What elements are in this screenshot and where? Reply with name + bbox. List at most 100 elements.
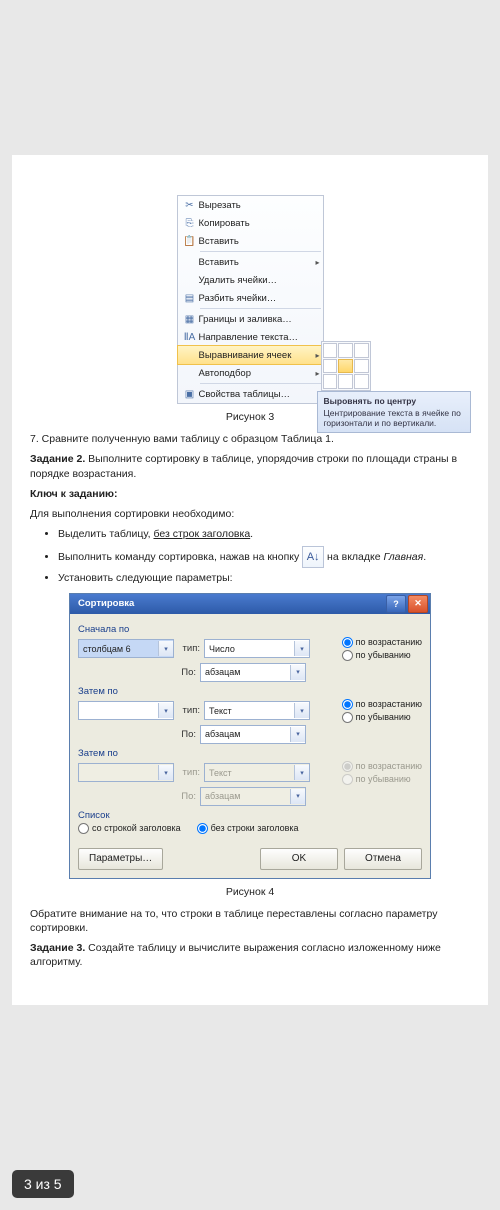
copy-icon: ⎘	[181, 218, 199, 229]
separator	[200, 383, 321, 384]
note: Обратите внимание на то, что строки в та…	[30, 907, 470, 935]
ok-button[interactable]: OK	[260, 848, 338, 870]
asc-3-radio: по возрастанию	[342, 761, 422, 772]
ctx-label: Вставить	[199, 236, 323, 247]
text-direction-icon: ⅡA	[181, 332, 199, 343]
with-header-radio[interactable]: со строкой заголовка	[78, 823, 181, 834]
align-mr[interactable]	[354, 359, 369, 374]
chevron-down-icon: ▾	[290, 665, 305, 680]
separator	[200, 251, 321, 252]
ctx-label: Разбить ячейки…	[199, 293, 323, 304]
type-1-combo[interactable]: Число▾	[204, 639, 310, 658]
list-label: Список	[78, 810, 422, 821]
asc-1-radio[interactable]: по возрастанию	[342, 637, 422, 648]
sort-icon: А↓	[302, 546, 324, 568]
chevron-down-icon: ▾	[158, 641, 173, 656]
task-3-label: Задание 3.	[30, 942, 85, 954]
ctx-paste[interactable]: 📋 Вставить	[178, 232, 323, 250]
by-label: По:	[174, 791, 196, 802]
alignment-grid	[321, 341, 371, 391]
ctx-borders[interactable]: ▦ Границы и заливка…	[178, 310, 323, 328]
asc-2-radio[interactable]: по возрастанию	[342, 699, 422, 710]
desc-2-radio[interactable]: по убыванию	[342, 712, 422, 723]
ctx-split-cells[interactable]: ▤ Разбить ячейки…	[178, 289, 323, 307]
b2i: Главная	[383, 551, 423, 563]
chevron-right-icon: ▸	[313, 258, 323, 267]
help-button[interactable]: ?	[386, 595, 406, 613]
radio-label: со строкой заголовка	[92, 823, 181, 833]
combo-value: абзацам	[205, 729, 290, 739]
type-2-combo[interactable]: Текст▾	[204, 701, 310, 720]
align-tl[interactable]	[323, 343, 338, 358]
cut-icon: ✂	[181, 200, 199, 211]
chevron-down-icon: ▾	[290, 727, 305, 742]
combo-value: Текст	[209, 706, 294, 716]
ctx-delete-cells[interactable]: Удалить ячейки…	[178, 271, 323, 289]
combo-value: Текст	[209, 768, 294, 778]
sortby-2-combo[interactable]: ▾	[78, 701, 174, 720]
by-2-combo[interactable]: абзацам▾	[200, 725, 306, 744]
no-header-radio[interactable]: без строки заголовка	[197, 823, 299, 834]
radio-label: по возрастанию	[356, 699, 422, 709]
bullet-2: Выполнить команду сортировка, нажав на к…	[58, 546, 470, 568]
close-button[interactable]: ✕	[408, 595, 428, 613]
align-ml[interactable]	[323, 359, 338, 374]
ctx-label: Свойства таблицы…	[199, 389, 323, 400]
align-bc[interactable]	[338, 374, 353, 389]
combo-value: абзацам	[205, 791, 290, 801]
bullet-1: Выделить таблицу, без строк заголовка.	[58, 527, 470, 543]
paste-icon: 📋	[181, 236, 199, 247]
bullet-3: Установить следующие параметры:	[58, 571, 470, 587]
by-label: По:	[174, 729, 196, 740]
ctx-table-properties[interactable]: ▣ Свойства таблицы…	[178, 385, 323, 403]
dialog-footer: Параметры… OK Отмена	[70, 844, 430, 878]
tooltip: Выровнять по центру Центрирование текста…	[317, 391, 471, 433]
chevron-down-icon: ▾	[158, 703, 173, 718]
ctx-text-direction[interactable]: ⅡA Направление текста…	[178, 328, 323, 346]
b2a: Выполнить команду сортировка, нажав на к…	[58, 551, 302, 563]
task-3-text: Создайте таблицу и вычислите выражения с…	[30, 942, 441, 968]
tooltip-body: Центрирование текста в ячейке по горизон…	[324, 408, 464, 428]
page-indicator: 3 из 5	[12, 1170, 74, 1198]
type-label: тип:	[178, 767, 200, 778]
ctx-label: Границы и заливка…	[199, 314, 323, 325]
ctx-insert[interactable]: Вставить ▸	[178, 253, 323, 271]
task-2-text: Выполните сортировку в таблице, упорядоч…	[30, 453, 457, 479]
align-mc[interactable]	[338, 359, 353, 374]
ctx-label: Автоподбор	[199, 368, 313, 379]
ctx-cut[interactable]: ✂ Вырезать	[178, 196, 323, 214]
task-3: Задание 3. Создайте таблицу и вычислите …	[30, 941, 470, 969]
desc-1-radio[interactable]: по убыванию	[342, 650, 422, 661]
bullet-list: Выделить таблицу, без строк заголовка. В…	[58, 527, 470, 587]
cancel-button[interactable]: Отмена	[344, 848, 422, 870]
ctx-autofit[interactable]: Автоподбор ▸	[178, 364, 323, 382]
ctx-copy[interactable]: ⎘ Копировать	[178, 214, 323, 232]
by-1-combo[interactable]: абзацам▾	[200, 663, 306, 682]
chevron-down-icon: ▾	[158, 765, 173, 780]
chevron-down-icon: ▾	[294, 765, 309, 780]
by-3-combo: абзацам▾	[200, 787, 306, 806]
align-bl[interactable]	[323, 374, 338, 389]
radio-label: по убыванию	[356, 650, 411, 660]
figure-4: Сортировка ? ✕ Сначала по столбцам 6▾ ти…	[30, 593, 470, 879]
ctx-label: Удалить ячейки…	[199, 275, 323, 286]
align-tc[interactable]	[338, 343, 353, 358]
b1b: .	[250, 528, 253, 540]
ctx-label: Выравнивание ячеек	[199, 350, 313, 361]
ctx-cell-alignment[interactable]: Выравнивание ячеек ▸	[177, 345, 324, 365]
task-2-label: Задание 2.	[30, 453, 85, 465]
radio-label: без строки заголовка	[211, 823, 299, 833]
figure-4-caption: Рисунок 4	[30, 885, 470, 899]
document-page: ✂ Вырезать ⎘ Копировать 📋 Вставить Встав…	[12, 155, 488, 1005]
align-br[interactable]	[354, 374, 369, 389]
by-label: По:	[174, 667, 196, 678]
type-3-combo: Текст▾	[204, 763, 310, 782]
sortby-1-combo[interactable]: столбцам 6▾	[78, 639, 174, 658]
b2c: на вкладке	[324, 551, 383, 563]
params-button[interactable]: Параметры…	[78, 848, 163, 870]
separator	[200, 308, 321, 309]
align-tr[interactable]	[354, 343, 369, 358]
dialog-title: Сортировка	[78, 598, 134, 609]
tooltip-title: Выровнять по центру	[324, 396, 464, 406]
radio-label: по возрастанию	[356, 637, 422, 647]
